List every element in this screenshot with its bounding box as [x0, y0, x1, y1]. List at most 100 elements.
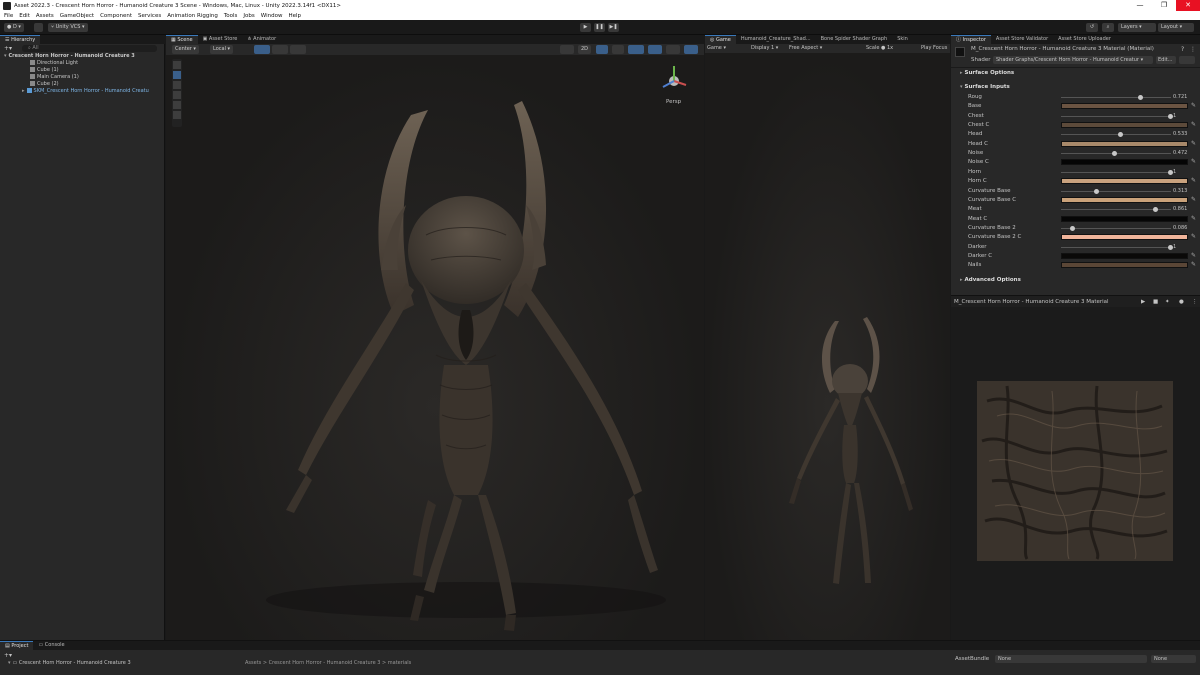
- project-add-icon[interactable]: +▾: [4, 652, 12, 659]
- vcs-button[interactable]: ⑂ Unity VCS ▾: [48, 23, 88, 32]
- tab-console[interactable]: ▭ Console: [33, 641, 69, 650]
- project-breadcrumb[interactable]: Assets > Crescent Horn Horror - Humanoid…: [245, 660, 411, 666]
- maximize-button[interactable]: ❐: [1152, 0, 1176, 11]
- pivot-dropdown[interactable]: Center ▾: [172, 45, 199, 54]
- menu-help[interactable]: Help: [288, 13, 301, 19]
- move-tool-icon[interactable]: [173, 71, 181, 79]
- audio-icon[interactable]: [612, 45, 624, 54]
- color-swatch[interactable]: [1061, 140, 1188, 147]
- rotate-tool-icon[interactable]: [173, 81, 181, 89]
- draw-mode-icon[interactable]: [560, 45, 574, 54]
- persp-label[interactable]: Persp: [666, 99, 681, 105]
- tab-asset-store[interactable]: ▣ Asset Store: [198, 35, 243, 44]
- color-swatch[interactable]: [1061, 196, 1188, 203]
- game-viewport[interactable]: [705, 53, 950, 640]
- color-swatch[interactable]: [1061, 178, 1188, 185]
- 2d-toggle[interactable]: 2D: [578, 45, 592, 54]
- property-value[interactable]: 1: [1173, 244, 1176, 250]
- hierarchy-search-input[interactable]: ⌕ All: [22, 45, 157, 52]
- scale-slider[interactable]: Scale ● 1x: [866, 44, 893, 53]
- property-value[interactable]: 0.721: [1173, 94, 1187, 100]
- eyedropper-icon[interactable]: ✎: [1191, 158, 1196, 165]
- add-icon[interactable]: +▾: [4, 45, 12, 52]
- color-swatch[interactable]: [1061, 234, 1188, 241]
- property-value[interactable]: 0.533: [1173, 131, 1187, 137]
- tab-bone-spider[interactable]: Bone Spider Shader Graph: [816, 35, 893, 44]
- hand-tool-icon[interactable]: [173, 61, 181, 69]
- tab-project[interactable]: ▤ Project: [0, 641, 34, 650]
- play-focus-dropdown[interactable]: Play Focus: [921, 44, 947, 53]
- gizmos-icon[interactable]: [684, 45, 698, 54]
- step-icon[interactable]: ▶❚: [608, 23, 619, 32]
- slider-knob[interactable]: [1111, 151, 1117, 157]
- property-value[interactable]: 1: [1173, 113, 1176, 119]
- aspect-dropdown[interactable]: Free Aspect ▾: [789, 44, 822, 53]
- layers-dropdown[interactable]: Layers ▾: [1118, 23, 1156, 32]
- menu-component[interactable]: Component: [100, 13, 132, 19]
- pause-icon[interactable]: ❚❚: [594, 23, 605, 32]
- shader-options-icon[interactable]: [1179, 56, 1195, 64]
- snap-increment-icon[interactable]: [290, 45, 306, 54]
- tab-scene[interactable]: ▦ Scene: [166, 35, 198, 44]
- slider-knob[interactable]: [1070, 225, 1076, 231]
- assetbundle-dropdown[interactable]: None: [995, 655, 1147, 663]
- slider-knob[interactable]: [1118, 132, 1124, 138]
- slider-knob[interactable]: [1094, 188, 1100, 194]
- rect-tool-icon[interactable]: [173, 101, 181, 109]
- color-swatch[interactable]: [1061, 103, 1188, 110]
- hierarchy-item[interactable]: Cube (1): [0, 67, 165, 74]
- project-folder-item[interactable]: ▾ ▭ Crescent Horn Horror - Humanoid Creat…: [8, 660, 131, 666]
- color-swatch[interactable]: [1061, 262, 1188, 269]
- scale-tool-icon[interactable]: [173, 91, 181, 99]
- tab-skin[interactable]: Skin: [892, 35, 913, 44]
- property-value[interactable]: 0.313: [1173, 188, 1187, 194]
- property-slider[interactable]: [1061, 151, 1171, 157]
- surface-options-foldout[interactable]: ▸ Surface Options: [951, 70, 1200, 79]
- lighting-icon[interactable]: [596, 45, 608, 54]
- eyedropper-icon[interactable]: ✎: [1191, 177, 1196, 184]
- help-icon[interactable]: ?: [1181, 46, 1184, 53]
- property-slider[interactable]: [1061, 132, 1171, 138]
- scene-view[interactable]: ▦ Scene ▣ Asset Store ⋔ Animator Center …: [166, 35, 704, 640]
- hierarchy-item[interactable]: Cube (2): [0, 81, 165, 88]
- tab-hierarchy[interactable]: ☰ Hierarchy: [0, 35, 41, 44]
- menu-services[interactable]: Services: [138, 13, 161, 19]
- tab-game[interactable]: ◎ Game: [705, 35, 736, 44]
- color-swatch[interactable]: [1061, 252, 1188, 259]
- scene-viewport[interactable]: Persp: [166, 55, 704, 640]
- tab-asset-store-validator[interactable]: Asset Store Validator: [991, 35, 1053, 44]
- grid-snap-icon[interactable]: [254, 45, 270, 54]
- property-slider[interactable]: [1061, 225, 1171, 231]
- tab-animator[interactable]: ⋔ Animator: [242, 35, 281, 44]
- game-mode-dropdown[interactable]: Game ▾: [707, 44, 726, 53]
- advanced-options-foldout[interactable]: ▸ Advanced Options: [951, 277, 1200, 286]
- eyedropper-icon[interactable]: ✎: [1191, 102, 1196, 109]
- effects-icon[interactable]: [628, 45, 644, 54]
- game-view[interactable]: ◎ Game Humanoid_Creature_Shad... Bone Sp…: [705, 35, 950, 640]
- menu-edit[interactable]: Edit: [19, 13, 30, 19]
- menu-assets[interactable]: Assets: [36, 13, 54, 19]
- hierarchy-item[interactable]: Directional Light: [0, 60, 165, 67]
- surface-inputs-foldout[interactable]: ▾ Surface Inputs: [951, 84, 1200, 93]
- menu-animation-rigging[interactable]: Animation Rigging: [167, 13, 218, 19]
- shader-dropdown[interactable]: Shader Graphs/Crescent Horn Horror - Hum…: [993, 56, 1153, 64]
- property-slider[interactable]: [1061, 95, 1171, 100]
- property-value[interactable]: 0.472: [1173, 150, 1187, 156]
- scene-root-row[interactable]: ▾ Crescent Horn Horror - Humanoid Creatur…: [0, 53, 165, 60]
- camera-icon[interactable]: [666, 45, 680, 54]
- hidden-objects-icon[interactable]: [648, 45, 662, 54]
- edit-shader-button[interactable]: Edit...: [1156, 56, 1176, 64]
- space-dropdown[interactable]: Local ▾: [210, 45, 234, 54]
- play-icon[interactable]: ▶: [580, 23, 591, 32]
- eyedropper-icon[interactable]: ✎: [1191, 196, 1196, 203]
- menu-jobs[interactable]: Jobs: [243, 13, 254, 19]
- history-icon[interactable]: ↺: [1086, 23, 1098, 32]
- display-dropdown[interactable]: Display 1 ▾: [751, 44, 778, 53]
- variant-dropdown[interactable]: None: [1151, 655, 1196, 663]
- color-swatch[interactable]: [1061, 122, 1188, 129]
- search-icon[interactable]: ⌕: [1102, 23, 1114, 32]
- eyedropper-icon[interactable]: ✎: [1191, 121, 1196, 128]
- hierarchy-item[interactable]: Main Camera (1): [0, 74, 165, 81]
- account-button[interactable]: ● D ▾: [4, 23, 24, 32]
- hierarchy-item-prefab[interactable]: ▸ SKM_Crescent Horn Horror - Humanoid Cre…: [0, 88, 165, 95]
